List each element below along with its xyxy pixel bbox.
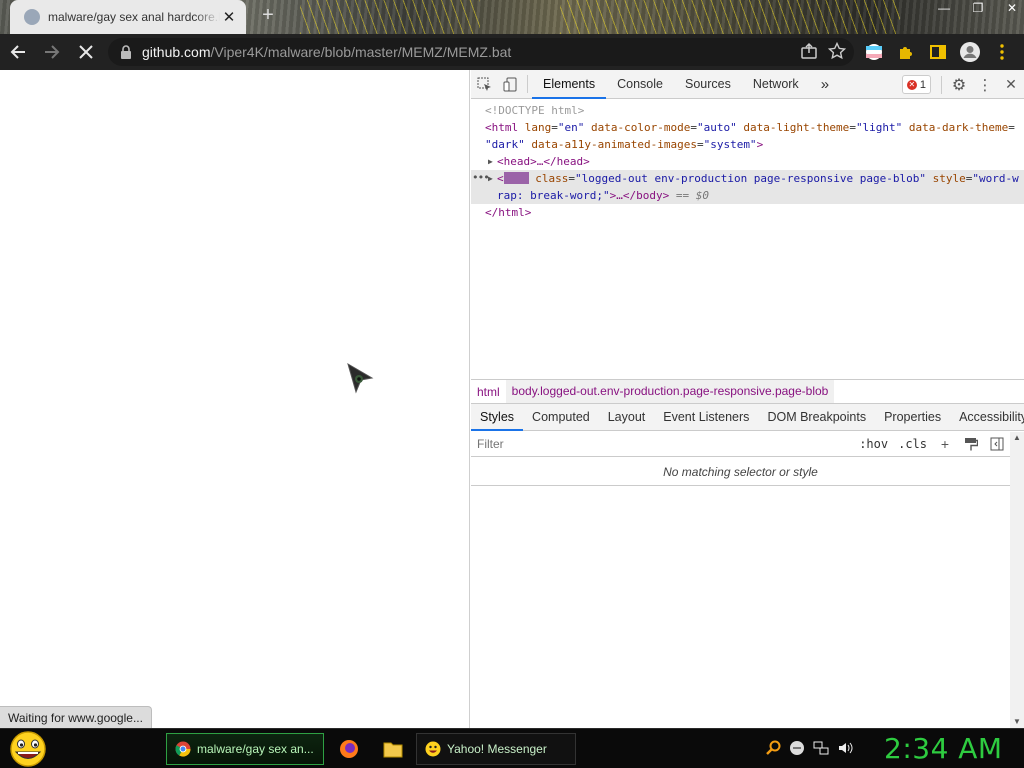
tab-computed[interactable]: Computed xyxy=(523,404,599,431)
yahoo-messenger-icon xyxy=(425,741,441,757)
folder-icon[interactable] xyxy=(380,737,406,761)
dom-doctype[interactable]: <!DOCTYPE html> xyxy=(471,102,1024,119)
hov-toggle-button[interactable]: :hov xyxy=(854,437,893,451)
no-matching-style-message: No matching selector or style xyxy=(471,458,1010,486)
dom-tree[interactable]: <!DOCTYPE html> <html lang="en" data-col… xyxy=(471,100,1024,380)
network-icon[interactable] xyxy=(812,739,830,757)
device-toolbar-icon[interactable] xyxy=(497,70,523,98)
web-page-viewport[interactable] xyxy=(0,70,470,728)
wallpaper-scribble xyxy=(560,0,900,34)
back-icon[interactable] xyxy=(2,36,34,68)
side-panel-icon[interactable] xyxy=(924,36,952,68)
expand-triangle-icon[interactable]: ▶ xyxy=(488,170,493,187)
mouse-cursor-icon xyxy=(347,362,374,394)
tab-separator xyxy=(941,75,942,94)
extensions-puzzle-icon[interactable] xyxy=(892,36,920,68)
status-bubble: Waiting for www.google... xyxy=(0,706,152,728)
flag-extension-icon[interactable] xyxy=(860,36,888,68)
browser-tab[interactable]: malware/gay sex anal hardcore.bat ✕ xyxy=(10,0,246,34)
tab-favicon-icon xyxy=(24,9,40,25)
browser-tab-strip: malware/gay sex anal hardcore.bat ✕ + — … xyxy=(0,0,1024,34)
error-icon: ✕ xyxy=(906,79,917,90)
tab-properties[interactable]: Properties xyxy=(875,404,950,431)
more-tabs-icon[interactable]: » xyxy=(810,70,840,99)
tab-layout[interactable]: Layout xyxy=(599,404,655,431)
taskbar-chrome-button[interactable]: malware/gay sex an... xyxy=(166,733,324,765)
devtools-menu-icon[interactable]: ⋮ xyxy=(972,71,998,99)
forward-icon[interactable] xyxy=(36,36,68,68)
devtools-tab-bar: Elements Console Sources Network » ✕ 1 ⚙… xyxy=(471,70,1024,99)
bookmark-star-icon[interactable] xyxy=(827,41,847,65)
dom-html-close[interactable]: </html> xyxy=(471,204,1024,221)
tab-console[interactable]: Console xyxy=(606,70,674,99)
stop-loading-icon[interactable] xyxy=(70,36,102,68)
dom-html-open-wrap[interactable]: "dark" data-a11y-animated-images="system… xyxy=(471,136,1024,153)
scroll-down-icon[interactable]: ▼ xyxy=(1010,716,1024,728)
devtools-panel: Elements Console Sources Network » ✕ 1 ⚙… xyxy=(471,70,1024,728)
tab-title: malware/gay sex anal hardcore.bat xyxy=(48,10,220,24)
smiley-start-icon[interactable] xyxy=(8,731,48,767)
search-icon[interactable] xyxy=(764,739,782,757)
close-window-icon[interactable]: ✕ xyxy=(996,0,1024,18)
error-count-badge[interactable]: ✕ 1 xyxy=(901,75,931,94)
share-icon[interactable] xyxy=(800,42,818,65)
styles-scrollbar[interactable]: ▲ ▼ xyxy=(1010,432,1024,728)
tab-separator xyxy=(527,75,528,93)
chrome-icon xyxy=(175,741,191,757)
wallpaper-scribble xyxy=(300,0,480,34)
taskbar-yahoo-messenger-button[interactable]: Yahoo! Messenger xyxy=(416,733,576,765)
close-devtools-icon[interactable]: ✕ xyxy=(998,71,1024,99)
styles-tab-bar: Styles Computed Layout Event Listeners D… xyxy=(471,404,1024,431)
dom-body-selected-wrap[interactable]: rap: break-word;">…</body> == $0 xyxy=(471,187,1024,204)
volume-icon[interactable] xyxy=(836,739,854,757)
minimize-icon[interactable]: — xyxy=(928,0,960,18)
scroll-up-icon[interactable]: ▲ xyxy=(1010,432,1024,444)
expand-triangle-icon[interactable]: ▶ xyxy=(488,153,493,170)
lock-icon xyxy=(121,45,131,59)
settings-gear-icon[interactable]: ⚙ xyxy=(946,71,972,99)
breadcrumb-html[interactable]: html xyxy=(471,385,506,399)
maximize-icon[interactable]: ❐ xyxy=(962,0,994,18)
taskbar-clock[interactable]: 2:34 AM xyxy=(884,732,1003,765)
tab-styles[interactable]: Styles xyxy=(471,404,524,431)
dom-body-selected[interactable]: ••• ▶ < class="logged-out env-production p… xyxy=(471,170,1024,187)
inspect-element-icon[interactable] xyxy=(471,70,497,98)
new-tab-icon[interactable]: + xyxy=(258,5,278,26)
browser-toolbar: github.com/Viper4K/malware/blob/master/M… xyxy=(0,34,1024,70)
address-bar[interactable]: github.com/Viper4K/malware/blob/master/M… xyxy=(108,38,854,66)
taskbar-chrome-label: malware/gay sex an... xyxy=(197,742,314,756)
dom-html-open[interactable]: <html lang="en" data-color-mode="auto" d… xyxy=(471,119,1024,136)
node-actions-icon[interactable]: ••• xyxy=(472,169,490,186)
tab-event-listeners[interactable]: Event Listeners xyxy=(654,404,758,431)
new-style-rule-icon[interactable]: + xyxy=(932,432,958,456)
browser-menu-icon[interactable] xyxy=(988,36,1016,68)
profile-avatar-icon[interactable] xyxy=(956,36,984,68)
taskbar-yahoo-label: Yahoo! Messenger xyxy=(447,742,547,756)
tab-sources[interactable]: Sources xyxy=(674,70,742,99)
firefox-icon[interactable] xyxy=(336,737,362,761)
body-tag-highlight xyxy=(503,172,529,184)
dom-head[interactable]: ▶ <head>…</head> xyxy=(471,153,1024,170)
styles-filter-bar: Filter :hov .cls + xyxy=(471,432,1010,457)
tab-elements[interactable]: Elements xyxy=(532,70,607,99)
tab-dom-breakpoints[interactable]: DOM Breakpoints xyxy=(758,404,875,431)
toggle-sidebar-icon[interactable] xyxy=(984,432,1010,456)
styles-filter-input[interactable]: Filter xyxy=(477,437,854,451)
tab-close-icon[interactable]: ✕ xyxy=(220,8,238,26)
breadcrumb-body[interactable]: body.logged-out.env-production.page-resp… xyxy=(505,380,835,403)
cls-toggle-button[interactable]: .cls xyxy=(893,437,932,451)
breadcrumb: html body.logged-out.env-production.page… xyxy=(471,379,1024,404)
taskbar: malware/gay sex an... Yahoo! Messenger 2… xyxy=(0,728,1024,768)
system-tray xyxy=(764,739,854,757)
tab-accessibility[interactable]: Accessibility xyxy=(950,404,1024,431)
tab-network[interactable]: Network xyxy=(742,70,810,99)
address-url: github.com/Viper4K/malware/blob/master/M… xyxy=(142,44,512,60)
messenger-tray-icon[interactable] xyxy=(788,739,806,757)
paint-roller-icon[interactable] xyxy=(958,432,984,456)
